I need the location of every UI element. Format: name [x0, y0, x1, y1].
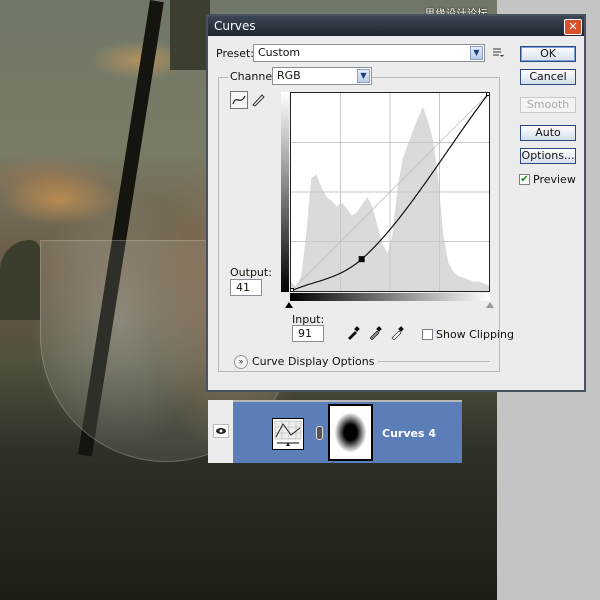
preview-label: Preview	[533, 173, 576, 186]
cancel-button[interactable]: Cancel	[520, 69, 576, 85]
canvas-flag	[170, 0, 210, 70]
expand-chevron-icon[interactable]: »	[234, 355, 248, 369]
black-point-slider[interactable]	[285, 302, 293, 308]
curve-point[interactable]	[486, 90, 492, 96]
layer-separator	[233, 400, 462, 402]
input-field[interactable]: 91	[292, 325, 324, 342]
dialog-title: Curves	[214, 19, 256, 33]
channel-value: RGB	[277, 69, 301, 82]
channel-select[interactable]: RGB ▼	[272, 67, 372, 85]
curve-point-selected[interactable]	[358, 256, 365, 263]
curve-display-options-label[interactable]: Curve Display Options	[252, 355, 374, 368]
preset-options-icon[interactable]	[492, 47, 504, 59]
chevron-down-icon[interactable]: ▼	[357, 69, 370, 83]
output-field[interactable]: 41	[230, 279, 262, 296]
curve-svg[interactable]	[288, 90, 492, 294]
white-eyedropper-icon[interactable]	[390, 326, 404, 341]
smooth-button[interactable]: Smooth	[520, 97, 576, 113]
preset-label: Preset:	[216, 47, 255, 60]
divider	[378, 361, 490, 362]
show-clipping-label: Show Clipping	[436, 328, 514, 341]
black-eyedropper-icon[interactable]	[346, 326, 360, 340]
link-icon[interactable]	[316, 426, 323, 440]
layer-row[interactable]: Curves 4	[208, 400, 462, 463]
curves-adjustment-icon[interactable]	[272, 418, 304, 450]
input-gradient-bar	[290, 293, 490, 301]
curve-graph[interactable]	[288, 90, 492, 294]
chevron-down-icon[interactable]: ▼	[470, 46, 483, 60]
curve-point[interactable]	[288, 288, 294, 294]
show-clipping-checkbox[interactable]	[422, 329, 433, 340]
canvas-fin	[0, 240, 40, 320]
output-label: Output:	[230, 266, 272, 279]
close-icon[interactable]: ✕	[564, 19, 582, 35]
output-gradient-bar	[281, 92, 289, 292]
ok-button[interactable]: OK	[520, 46, 576, 62]
layer-name[interactable]: Curves 4	[382, 427, 436, 440]
layer-mask-thumbnail[interactable]	[328, 404, 373, 461]
preview-checkbox[interactable]: ✔	[519, 174, 530, 185]
white-point-slider[interactable]	[486, 302, 494, 308]
gray-eyedropper-icon[interactable]	[368, 326, 382, 341]
options-button[interactable]: Options...	[520, 148, 576, 164]
preset-select[interactable]: Custom ▼	[253, 44, 485, 62]
eye-icon[interactable]	[213, 424, 229, 438]
dialog-titlebar[interactable]: Curves ✕	[208, 16, 584, 36]
preset-value: Custom	[258, 46, 301, 59]
layer-visibility-column	[208, 400, 233, 463]
curve-point-tool-icon[interactable]	[230, 91, 248, 109]
auto-button[interactable]: Auto	[520, 125, 576, 141]
pencil-icon[interactable]	[250, 91, 268, 109]
